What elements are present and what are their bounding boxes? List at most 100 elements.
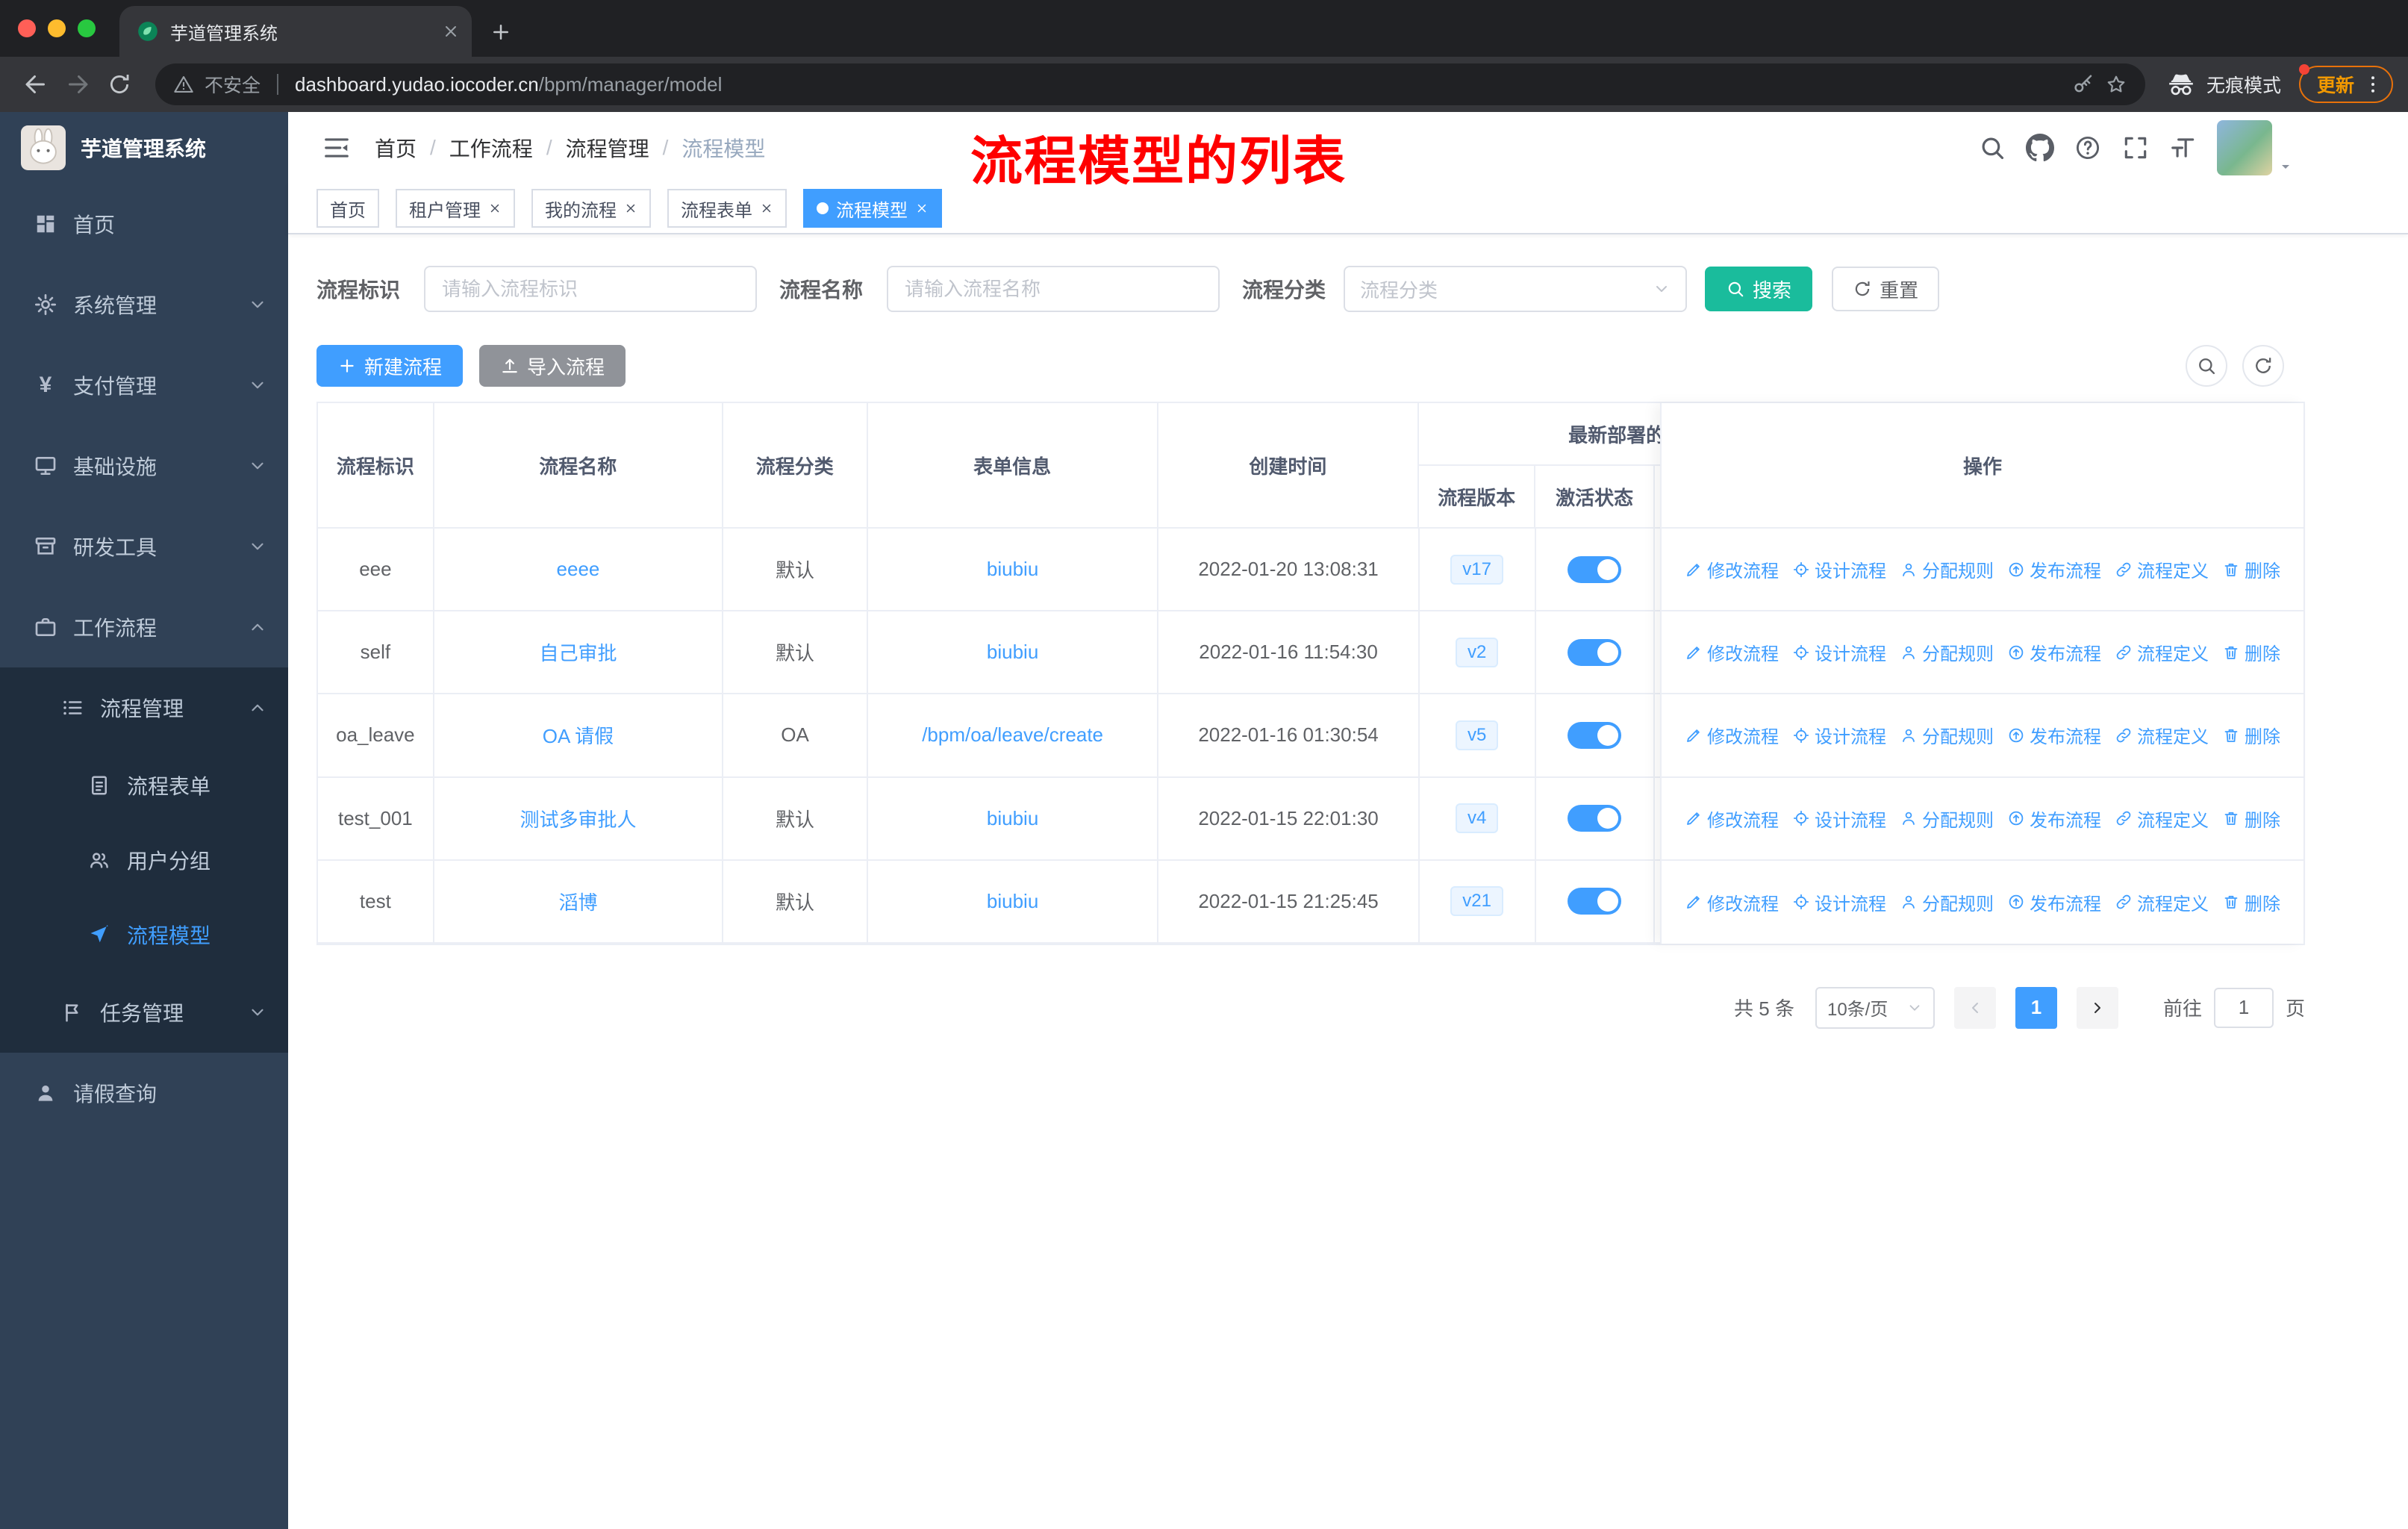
close-icon[interactable] [624,202,637,215]
close-icon[interactable] [915,202,929,215]
sidebar-item-payment[interactable]: ¥ 支付管理 [0,345,288,426]
prev-page-button[interactable] [1953,986,1996,1029]
row-form-link[interactable]: biubiu [987,807,1038,830]
design-process-button[interactable]: 设计流程 [1792,639,1886,665]
assign-rule-button[interactable]: 分配规则 [1900,806,1994,832]
sidebar-item-devtools[interactable]: 研发工具 [0,506,288,587]
design-process-button[interactable]: 设计流程 [1792,556,1886,582]
github-icon[interactable] [2026,134,2054,162]
forward-button[interactable] [57,63,99,105]
bookmark-star-icon[interactable] [2105,73,2127,96]
reload-button[interactable] [99,63,140,105]
design-process-button[interactable]: 设计流程 [1792,889,1886,915]
password-key-icon[interactable] [2072,73,2094,96]
back-button[interactable] [15,63,57,105]
delete-process-button[interactable]: 删除 [2222,722,2280,748]
active-toggle[interactable] [1568,805,1622,832]
address-bar[interactable]: 不安全 dashboard.yudao.iocoder.cn/bpm/manag… [155,63,2145,105]
process-name-input[interactable] [887,266,1220,312]
publish-process-button[interactable]: 发布流程 [2007,639,2101,665]
active-toggle[interactable] [1568,888,1622,915]
breadcrumb-process-management[interactable]: 流程管理 [566,133,649,163]
assign-rule-button[interactable]: 分配规则 [1900,639,1994,665]
create-process-button[interactable]: 新建流程 [316,345,464,387]
design-process-button[interactable]: 设计流程 [1792,806,1886,832]
close-icon[interactable] [488,202,502,215]
breadcrumb-home[interactable]: 首页 [375,133,417,163]
tag-process-model[interactable]: 流程模型 [803,189,942,228]
row-form-link[interactable]: biubiu [987,558,1038,581]
current-page-button[interactable]: 1 [2015,986,2057,1029]
fullscreen-icon[interactable] [2121,134,2150,162]
edit-process-button[interactable]: 修改流程 [1685,556,1779,582]
search-icon[interactable] [1978,134,2006,162]
tab-close-icon[interactable] [442,22,460,40]
tag-tenant[interactable]: 租户管理 [396,189,515,228]
search-button[interactable]: 搜索 [1705,267,1813,311]
sidebar-item-infra[interactable]: 基础设施 [0,426,288,506]
app-logo-row[interactable]: 芋道管理系统 [0,112,288,184]
font-size-icon[interactable] [2169,134,2198,162]
edit-process-button[interactable]: 修改流程 [1685,806,1779,832]
zoom-window-button[interactable] [78,19,96,37]
toggle-search-button[interactable] [2186,345,2227,387]
sidebar-item-leave-query[interactable]: 请假查询 [0,1053,288,1133]
assign-rule-button[interactable]: 分配规则 [1900,722,1994,748]
process-definition-button[interactable]: 流程定义 [2115,889,2209,915]
active-toggle[interactable] [1568,555,1622,583]
sidebar-item-home[interactable]: 首页 [0,184,288,264]
tag-my-process[interactable]: 我的流程 [531,189,651,228]
process-id-input[interactable] [424,266,758,312]
help-icon[interactable] [2074,134,2102,162]
page-size-select[interactable]: 10条/页 [1815,986,1935,1029]
edit-process-button[interactable]: 修改流程 [1685,889,1779,915]
new-tab-button[interactable] [490,21,512,43]
hamburger-icon[interactable] [322,134,351,162]
close-icon[interactable] [760,202,773,215]
process-definition-button[interactable]: 流程定义 [2115,806,2209,832]
sidebar-item-user-group[interactable]: 用户分组 [0,823,288,897]
edit-process-button[interactable]: 修改流程 [1685,639,1779,665]
import-process-button[interactable]: 导入流程 [479,345,626,387]
row-name-link[interactable]: OA 请假 [543,721,614,749]
tag-process-form[interactable]: 流程表单 [667,189,787,228]
avatar[interactable] [2217,120,2272,175]
sidebar-item-workflow[interactable]: 工作流程 [0,587,288,667]
breadcrumb-workflow[interactable]: 工作流程 [449,133,533,163]
publish-process-button[interactable]: 发布流程 [2007,722,2101,748]
design-process-button[interactable]: 设计流程 [1792,722,1886,748]
active-toggle[interactable] [1568,638,1622,666]
delete-process-button[interactable]: 删除 [2222,889,2280,915]
browser-menu-update-button[interactable]: 更新 [2298,64,2393,103]
process-definition-button[interactable]: 流程定义 [2115,639,2209,665]
refresh-table-button[interactable] [2242,345,2284,387]
delete-process-button[interactable]: 删除 [2222,556,2280,582]
row-name-link[interactable]: 测试多审批人 [520,805,636,832]
reset-button[interactable]: 重置 [1832,267,1940,311]
sidebar-item-process-management[interactable]: 流程管理 [0,667,288,748]
minimize-window-button[interactable] [48,19,66,37]
tag-home[interactable]: 首页 [316,189,379,228]
browser-tab[interactable]: 芋道管理系统 [119,6,472,57]
more-menu-icon[interactable] [2362,73,2384,96]
row-form-link[interactable]: biubiu [987,890,1038,913]
assign-rule-button[interactable]: 分配规则 [1900,889,1994,915]
sidebar-item-process-form[interactable]: 流程表单 [0,748,288,823]
active-toggle[interactable] [1568,721,1622,749]
process-category-select[interactable]: 流程分类 [1344,266,1688,312]
publish-process-button[interactable]: 发布流程 [2007,556,2101,582]
delete-process-button[interactable]: 删除 [2222,639,2280,665]
next-page-button[interactable] [2076,986,2118,1029]
publish-process-button[interactable]: 发布流程 [2007,889,2101,915]
goto-page-input[interactable] [2213,987,2274,1028]
edit-process-button[interactable]: 修改流程 [1685,722,1779,748]
user-menu[interactable] [2217,120,2295,175]
delete-process-button[interactable]: 删除 [2222,806,2280,832]
sidebar-item-system[interactable]: 系统管理 [0,264,288,345]
publish-process-button[interactable]: 发布流程 [2007,806,2101,832]
sidebar-item-process-model[interactable]: 流程模型 [0,897,288,972]
process-definition-button[interactable]: 流程定义 [2115,722,2209,748]
row-form-link[interactable]: biubiu [987,641,1038,664]
row-name-link[interactable]: eeee [557,558,600,581]
row-name-link[interactable]: 滔博 [558,888,597,915]
